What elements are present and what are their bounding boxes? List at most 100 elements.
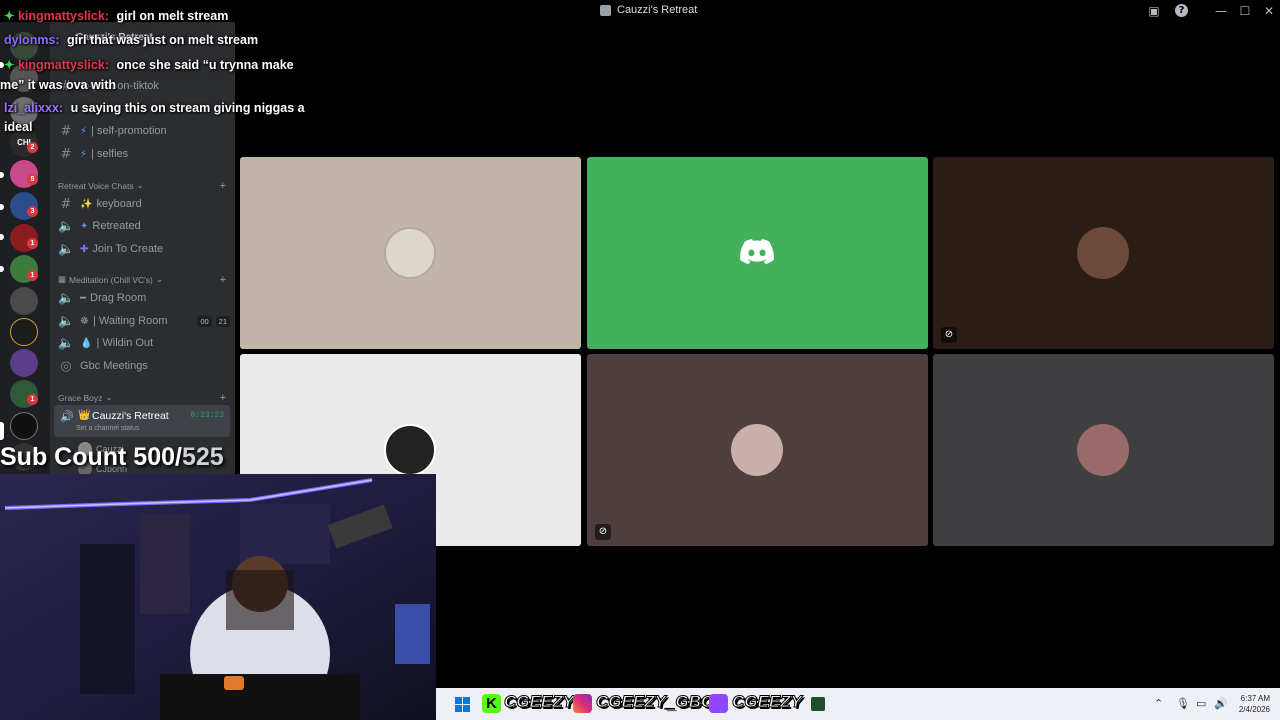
channel-status[interactable]: Set a channel status (76, 425, 139, 432)
speaker-icon: 🔈 (58, 335, 75, 351)
sparkle-icon: ✦ (4, 9, 15, 23)
mention-badge: 3 (27, 206, 38, 217)
channel-selfies[interactable]: # ⚡ | selfies (58, 143, 230, 165)
category-grace-boyz[interactable]: Grace Boyz ⌄ + (58, 392, 226, 404)
maximize-button[interactable]: ☐ (1237, 3, 1253, 19)
chevron-down-icon: ⌄ (105, 392, 113, 402)
chat-message-continued: ideal (4, 118, 33, 136)
avatar (1077, 227, 1129, 279)
bars-icon: ▦ (58, 274, 67, 284)
taskbar: K CGEEZY CGEEZY_GBC CGEEZY ⌃ 🎙 ▭ 🔊 6:37 … (436, 688, 1280, 720)
chat-message: ✦ kingmattyslick: girl on melt stream (4, 7, 228, 25)
system-clock[interactable]: 6:37 AM 2/4/2026 (1239, 693, 1270, 715)
chat-message: lzi_alixxx: u saying this on stream givi… (4, 99, 305, 117)
sparkle-icon: ✨ (80, 198, 93, 210)
hash-icon: # (60, 196, 72, 212)
speaker-icon: 🔈 (58, 218, 75, 234)
category-meditation[interactable]: ▦ Meditation (Chill VC's) ⌄ + (58, 274, 226, 286)
chat-message-continued: me” it was ova with (0, 76, 116, 94)
speaker-icon: 🔈 (58, 241, 75, 257)
chat-text: ideal (4, 120, 33, 134)
channel-drag-room[interactable]: 🔈 ━ Drag Room (58, 287, 230, 309)
category-retreat-voice-chats[interactable]: Retreat Voice Chats ⌄ + (58, 180, 226, 192)
chat-username: kingmattyslick: (17, 58, 109, 72)
chat-username: dylonms: (4, 33, 60, 47)
channel-wildin-out[interactable]: 🔈 💧 | Wildin Out (58, 332, 230, 354)
call-timer: 8:23:23 (190, 411, 224, 420)
mention-badge: 2 (27, 142, 38, 153)
server-icon[interactable] (10, 287, 38, 315)
plus-icon: ✚ (80, 243, 89, 255)
channel-label: | self-promotion (91, 125, 167, 137)
deafened-icon: ⊘ (941, 327, 957, 343)
avatar (384, 424, 436, 476)
unread-indicator (0, 234, 4, 240)
channel-self-promotion[interactable]: # ⚡ | self-promotion (58, 120, 230, 142)
channel-waiting-room[interactable]: 🔈 ☸ | Waiting Room 00 21 (58, 310, 230, 332)
video-tile[interactable] (587, 157, 928, 349)
hash-icon: # (60, 146, 72, 162)
volume-icon[interactable]: 🔊 (1214, 697, 1228, 710)
chat-text: girl on melt stream (116, 9, 229, 23)
video-tile[interactable]: ⊘ (933, 157, 1274, 349)
discord-server-icon (600, 4, 611, 16)
server-icon[interactable] (10, 349, 38, 377)
channel-label: Retreated (92, 220, 141, 232)
chat-username: kingmattyslick: (17, 9, 109, 23)
selected-indicator (0, 422, 4, 440)
water-drop-icon: 💧 (80, 337, 93, 349)
add-channel-icon[interactable]: + (220, 180, 226, 192)
add-channel-icon[interactable]: + (220, 392, 226, 404)
sub-count-goal: 525 (181, 443, 224, 471)
help-icon[interactable]: ? (1175, 4, 1188, 17)
mention-badge: 1 (27, 238, 38, 249)
hash-icon: # (60, 123, 72, 139)
channel-join-to-create[interactable]: 🔈 ✚ Join To Create (58, 238, 230, 260)
channel-label: | Wildin Out (96, 337, 154, 349)
active-voice-channel[interactable]: 🔊 👑 Cauzzi's Retreat 8:23:23 Set a chann… (54, 405, 230, 437)
deafened-icon: ⊘ (595, 524, 611, 540)
user-limit: 00 21 (197, 315, 230, 327)
app-icon[interactable] (811, 697, 825, 711)
category-label: Retreat Voice Chats (58, 180, 134, 191)
mention-badge: 1 (27, 394, 38, 405)
dash-icon: ━ (80, 292, 87, 304)
bolt-icon: ⚡ (80, 148, 88, 160)
channel-gbc-meetings[interactable]: ◎ Gbc Meetings (58, 355, 230, 377)
chevron-up-icon[interactable]: ⌃ (1154, 697, 1163, 710)
user-limit-count: 21 (215, 315, 230, 327)
chevron-down-icon: ⌄ (155, 274, 163, 284)
windows-start-icon[interactable] (455, 697, 470, 712)
category-label: Grace Boyz (58, 392, 103, 403)
channel-keyboard[interactable]: # ✨ keyboard (58, 193, 230, 215)
inbox-icon[interactable]: ▣ (1146, 3, 1162, 19)
chat-text: me” it was ova with (0, 78, 117, 92)
chat-text: once she said “u trynna make (116, 58, 294, 72)
video-tile[interactable] (933, 354, 1274, 546)
channel-label: Join To Create (92, 243, 164, 255)
instagram-handle: CGEEZY_GBC (595, 692, 714, 712)
channel-label: | selfies (91, 148, 129, 160)
speaker-icon: 🔈 (58, 313, 75, 329)
discord-logo-icon (740, 239, 774, 265)
mention-badge: 1 (27, 270, 38, 281)
add-channel-icon[interactable]: + (220, 274, 226, 286)
twitch-icon (709, 694, 728, 713)
avatar (1077, 424, 1129, 476)
minimize-button[interactable]: — (1213, 3, 1229, 19)
speaker-icon: 🔈 (58, 290, 75, 306)
webcam-image (0, 474, 436, 720)
channel-label: Drag Room (90, 292, 147, 304)
chat-text: u saying this on stream giving niggas a (70, 101, 305, 115)
sparkle-icon: ✦ (80, 220, 89, 232)
server-icon[interactable] (10, 412, 38, 440)
video-tile[interactable]: ⊘ (587, 354, 928, 546)
microphone-icon[interactable]: 🎙 (1176, 697, 1190, 710)
chevron-down-icon: ⌄ (136, 180, 144, 190)
channel-retreated[interactable]: 🔈 ✦ Retreated (58, 215, 230, 237)
server-icon[interactable] (10, 318, 38, 346)
channel-label: keyboard (96, 198, 142, 210)
video-tile[interactable] (240, 157, 581, 349)
close-button[interactable]: ✕ (1261, 3, 1277, 19)
network-icon[interactable]: ▭ (1196, 697, 1206, 710)
